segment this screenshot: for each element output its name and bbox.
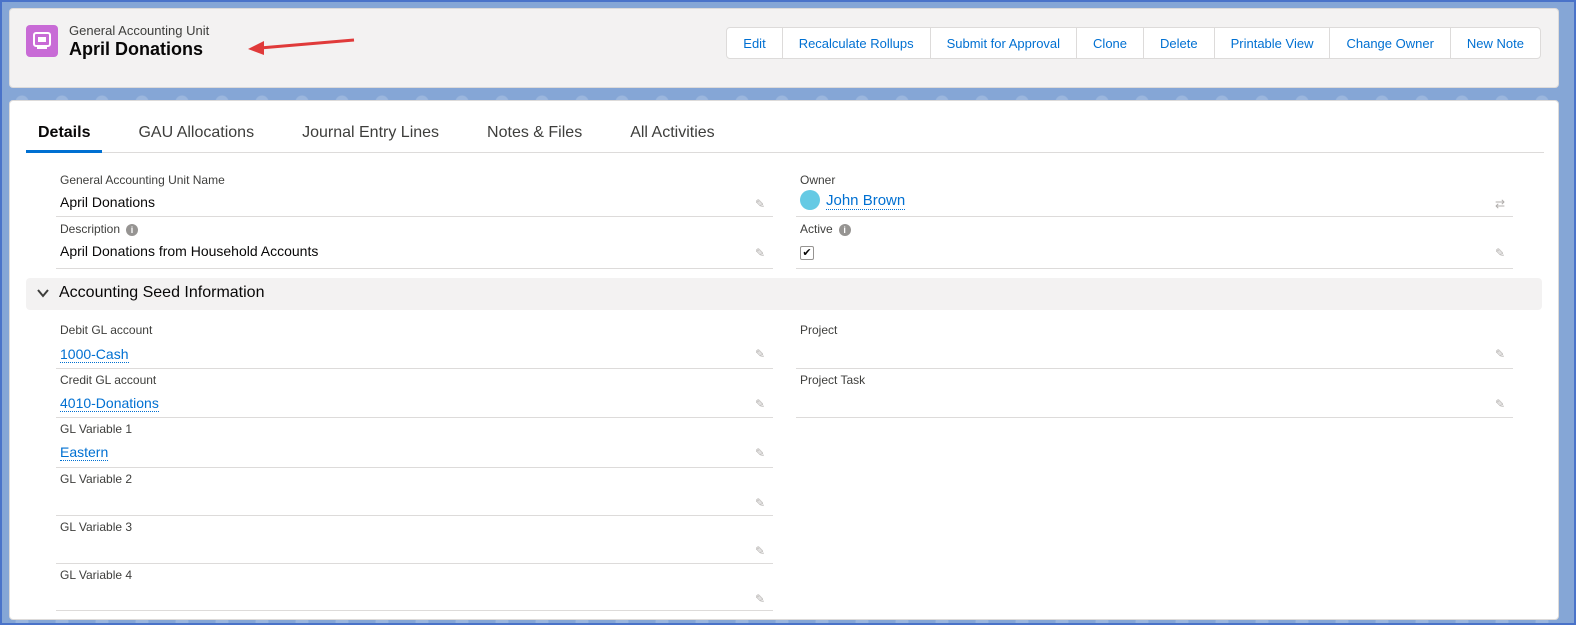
field-gl-variable-4: GL Variable 4 ✎ [56, 568, 773, 611]
field-value: April Donations from Household Accounts [60, 243, 319, 259]
field-owner: Owner John Brown ⇄ [796, 173, 1513, 217]
field-gl-variable-3: GL Variable 3 ✎ [56, 520, 773, 564]
field-project: Project ✎ [796, 323, 1513, 369]
tab-journal-entry-lines[interactable]: Journal Entry Lines [290, 117, 451, 153]
info-icon[interactable]: i [838, 224, 851, 236]
owner-link[interactable]: John Brown [826, 191, 906, 210]
clone-button[interactable]: Clone [1077, 28, 1145, 58]
field-label: Debit GL account [60, 323, 153, 337]
credit-gl-link[interactable]: 4010-Donations [60, 395, 159, 412]
field-label: GL Variable 2 [60, 472, 133, 486]
field-active: Active i ✔ ✎ [796, 222, 1513, 269]
edit-pencil-icon[interactable]: ✎ [755, 197, 767, 211]
field-description: Description i April Donations from Househ… [56, 222, 773, 269]
description-label: Description [60, 222, 121, 236]
new-note-button[interactable]: New Note [1451, 28, 1540, 58]
field-label: GL Variable 1 [60, 422, 133, 436]
active-checkbox[interactable]: ✔ [800, 246, 814, 260]
field-value: April Donations [60, 194, 155, 210]
record-detail-card: Details GAU Allocations Journal Entry Li… [9, 100, 1559, 620]
section-title: Accounting Seed Information [59, 284, 265, 301]
field-gl-variable-1: GL Variable 1 Eastern ✎ [56, 422, 773, 468]
tab-details[interactable]: Details [26, 117, 103, 153]
edit-pencil-icon[interactable]: ✎ [755, 347, 767, 361]
tab-gau-allocations[interactable]: GAU Allocations [126, 117, 266, 153]
info-icon[interactable]: i [126, 224, 139, 236]
general-accounting-unit-icon [26, 25, 58, 57]
chevron-down-icon [37, 289, 49, 298]
field-label: Active i [800, 222, 851, 236]
edit-pencil-icon[interactable]: ✎ [1495, 347, 1507, 361]
change-owner-icon[interactable]: ⇄ [1495, 197, 1507, 211]
field-gau-name: General Accounting Unit Name April Donat… [56, 173, 773, 217]
edit-pencil-icon[interactable]: ✎ [755, 592, 767, 606]
annotation-arrow-icon [248, 38, 355, 55]
action-button-group: Edit Recalculate Rollups Submit for Appr… [726, 27, 1541, 59]
recalculate-rollups-button[interactable]: Recalculate Rollups [783, 28, 931, 58]
section-accounting-seed[interactable]: Accounting Seed Information [26, 278, 1542, 310]
field-label: Description i [60, 222, 139, 236]
field-label: Owner [800, 173, 836, 187]
field-gl-variable-2: GL Variable 2 ✎ [56, 472, 773, 516]
field-value-wrap: Eastern [60, 444, 109, 461]
delete-button[interactable]: Delete [1144, 28, 1215, 58]
edit-pencil-icon[interactable]: ✎ [755, 246, 767, 260]
field-project-task: Project Task ✎ [796, 373, 1513, 418]
user-avatar-icon [800, 190, 820, 210]
field-label: GL Variable 4 [60, 568, 133, 582]
tab-all-activities[interactable]: All Activities [618, 117, 726, 153]
tab-notes-files[interactable]: Notes & Files [475, 117, 594, 153]
field-label: GL Variable 3 [60, 520, 133, 534]
debit-gl-link[interactable]: 1000-Cash [60, 346, 129, 363]
object-type-label: General Accounting Unit [69, 23, 210, 38]
field-value-wrap: 1000-Cash [60, 346, 129, 363]
edit-pencil-icon[interactable]: ✎ [1495, 246, 1507, 260]
change-owner-button[interactable]: Change Owner [1330, 28, 1451, 58]
gl-variable-1-link[interactable]: Eastern [60, 444, 109, 461]
edit-pencil-icon[interactable]: ✎ [755, 397, 767, 411]
record-title: April Donations [69, 39, 203, 59]
active-label: Active [800, 222, 833, 236]
submit-for-approval-button[interactable]: Submit for Approval [931, 28, 1078, 58]
field-value-wrap: 4010-Donations [60, 395, 159, 412]
field-label: Credit GL account [60, 373, 157, 387]
record-header: General Accounting Unit April Donations … [9, 8, 1559, 88]
edit-pencil-icon[interactable]: ✎ [755, 544, 767, 558]
edit-button[interactable]: Edit [727, 28, 783, 58]
tab-bar: Details GAU Allocations Journal Entry Li… [26, 117, 1544, 153]
printable-view-button[interactable]: Printable View [1215, 28, 1331, 58]
owner-value-wrap: John Brown [800, 190, 906, 211]
field-label: Project [800, 323, 838, 337]
field-label: Project Task [800, 373, 866, 387]
edit-pencil-icon[interactable]: ✎ [755, 496, 767, 510]
field-label: General Accounting Unit Name [60, 173, 225, 187]
edit-pencil-icon[interactable]: ✎ [1495, 397, 1507, 411]
field-credit-gl: Credit GL account 4010-Donations ✎ [56, 373, 773, 418]
edit-pencil-icon[interactable]: ✎ [755, 446, 767, 460]
field-debit-gl: Debit GL account 1000-Cash ✎ [56, 323, 773, 369]
